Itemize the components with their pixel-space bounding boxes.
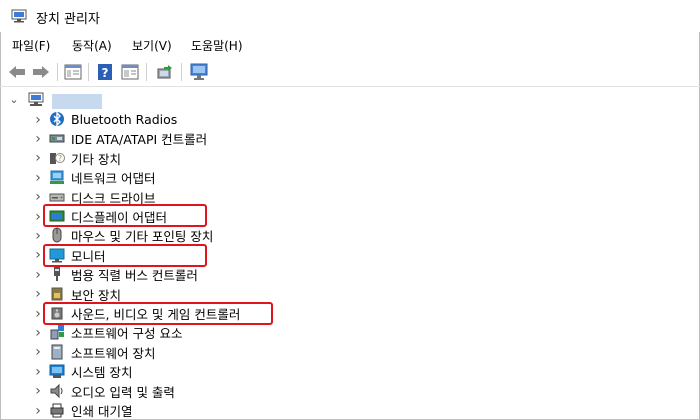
tree-item-label: 소프트웨어 장치 (71, 345, 156, 361)
expand-chevron-icon[interactable]: › (33, 110, 43, 129)
tree-item[interactable]: › 인쇄 대기열 (0, 401, 700, 420)
toolbar: ? (0, 58, 700, 87)
tree-item[interactable]: › 소프트웨어 장치 (0, 343, 700, 362)
svg-text:?: ? (58, 154, 62, 163)
computer-name (52, 94, 102, 109)
forward-button[interactable] (32, 63, 50, 81)
expand-chevron-icon[interactable]: › (33, 285, 43, 304)
tree-item[interactable]: › 네트워크 어댑터 (0, 168, 700, 187)
expand-chevron-icon[interactable]: › (33, 149, 43, 168)
tree-item-label: 범용 직렬 버스 컨트롤러 (71, 268, 198, 284)
security-device-icon (51, 287, 63, 301)
expand-chevron-icon[interactable]: › (33, 226, 43, 245)
network-adapter-icon (50, 170, 64, 185)
expand-chevron-icon[interactable]: › (33, 401, 43, 420)
help-icon: ? (98, 64, 112, 80)
expand-chevron-icon[interactable]: › (33, 207, 43, 226)
unknown-device-icon: ? (50, 152, 65, 164)
menu-file[interactable]: 파일(F) (12, 37, 50, 54)
window-title: 장치 관리자 (36, 12, 100, 27)
help-button[interactable]: ? (96, 63, 114, 81)
toolbar-separator (146, 63, 147, 81)
scan-hardware-button[interactable] (190, 63, 208, 81)
print-queue-icon (50, 403, 64, 418)
toolbar-separator (88, 63, 89, 81)
update-driver-button[interactable] (156, 63, 174, 81)
expand-chevron-icon[interactable]: › (33, 362, 43, 381)
expand-chevron-icon[interactable]: › (33, 188, 43, 207)
properties-icon (121, 64, 139, 80)
expand-chevron-icon[interactable]: › (33, 129, 43, 148)
tree-item-label: 보안 장치 (71, 287, 121, 303)
expand-chevron-icon[interactable]: › (33, 168, 43, 187)
device-manager-icon (11, 9, 27, 23)
expand-chevron-icon[interactable]: › (33, 323, 43, 342)
tree-item-label: 기타 장치 (71, 151, 121, 167)
tree-item-label: 오디오 입력 및 출력 (71, 384, 175, 400)
tree-item-label: Bluetooth Radios (71, 112, 178, 127)
tree-item[interactable]: › 범용 직렬 버스 컨트롤러 (0, 265, 700, 284)
properties-button[interactable] (121, 63, 139, 81)
usb-controller-icon (54, 267, 60, 282)
update-driver-icon (157, 65, 172, 79)
computer-icon (28, 92, 44, 106)
console-tree-button[interactable] (64, 63, 82, 81)
menu-bar: 파일(F) 동작(A) 보기(V) 도움말(H) (0, 34, 700, 56)
menu-help[interactable]: 도움말(H) (191, 37, 243, 54)
mouse-icon (52, 227, 62, 243)
tree-item-label: IDE ATA/ATAPI 컨트롤러 (71, 132, 208, 148)
expand-chevron-icon[interactable]: › (33, 343, 43, 362)
back-button[interactable] (8, 63, 26, 81)
tree-item[interactable]: › IDE ATA/ATAPI 컨트롤러 (0, 129, 700, 148)
highlight-display-adapter (43, 204, 207, 227)
ide-controller-icon (49, 134, 65, 143)
tree-item[interactable]: › 오디오 입력 및 출력 (0, 382, 700, 401)
svg-text:?: ? (102, 66, 109, 80)
tree-item-label: 네트워크 어댑터 (71, 171, 156, 187)
disk-drive-icon (49, 193, 65, 202)
bluetooth-icon (50, 111, 64, 127)
toolbar-separator (181, 63, 182, 81)
title-bar: 장치 관리자 (0, 0, 700, 32)
expand-chevron-icon[interactable]: › (33, 304, 43, 323)
tree-item[interactable]: ›? 기타 장치 (0, 149, 700, 168)
toolbar-separator (57, 63, 58, 81)
tree-item-label: 시스템 장치 (71, 365, 133, 381)
expand-chevron-icon[interactable]: › (33, 382, 43, 401)
tree-item[interactable]: › 보안 장치 (0, 285, 700, 304)
tree-item[interactable]: › 시스템 장치 (0, 362, 700, 381)
tree-item[interactable]: › 소프트웨어 구성 요소 (0, 323, 700, 342)
tree-item-label: 마우스 및 기타 포인팅 장치 (71, 229, 214, 245)
tree-root[interactable]: ⌄ (0, 90, 700, 109)
menu-view[interactable]: 보기(V) (132, 37, 172, 54)
tree-item[interactable]: › 마우스 및 기타 포인팅 장치 (0, 226, 700, 245)
show-hide-console-tree-icon (64, 64, 82, 80)
expand-chevron-icon[interactable]: › (33, 246, 43, 265)
highlight-sound (43, 302, 273, 325)
tree-item[interactable]: › Bluetooth Radios (0, 110, 700, 129)
tree-item-label: 소프트웨어 구성 요소 (71, 326, 183, 342)
collapse-chevron-icon[interactable]: ⌄ (9, 90, 19, 109)
system-device-icon (49, 364, 65, 379)
audio-io-icon (50, 383, 63, 398)
software-device-icon (51, 344, 63, 360)
expand-chevron-icon[interactable]: › (33, 265, 43, 284)
scan-hardware-icon (190, 63, 208, 80)
software-component-icon (50, 325, 64, 340)
menu-action[interactable]: 동작(A) (72, 37, 112, 54)
tree-item-label: 인쇄 대기열 (71, 404, 133, 419)
back-icon (9, 66, 25, 78)
highlight-monitor (43, 244, 207, 267)
forward-icon (33, 66, 49, 78)
